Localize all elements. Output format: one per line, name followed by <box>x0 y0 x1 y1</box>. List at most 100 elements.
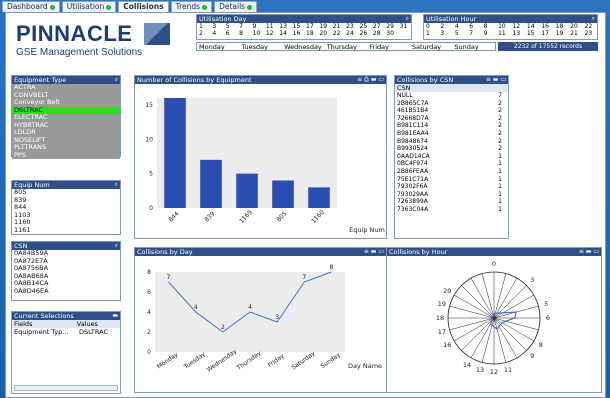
listbox-value[interactable]: 21 <box>568 30 582 37</box>
table-row[interactable]: 79302F6A 1 <box>395 183 508 191</box>
listbox-value[interactable]: 14 <box>525 23 539 30</box>
list-item[interactable]: PPS <box>12 151 120 159</box>
search-icon[interactable]: ⌕ <box>592 15 595 23</box>
listbox-value[interactable]: 24 <box>344 30 357 37</box>
equip-num-listbox[interactable]: Equip Num ⌕ 805 839 844 1103 1160 1161 <box>11 180 121 235</box>
table-row[interactable]: 7363C04A 1 <box>395 206 508 214</box>
listbox-value[interactable]: 23 <box>583 30 597 37</box>
listbox-value[interactable]: 30 <box>384 30 397 37</box>
listbox-value[interactable]: 16 <box>291 30 304 37</box>
listbox-value[interactable]: 17 <box>539 30 553 37</box>
listbox-value[interactable]: 13 <box>277 23 290 30</box>
listbox-value[interactable]: 7 <box>467 30 481 37</box>
listbox-value[interactable]: 8 <box>482 23 496 30</box>
search-icon[interactable]: ⌕ <box>115 242 118 250</box>
chart-controls-icon[interactable]: ≡ ▬ ▭ <box>364 248 384 256</box>
table-row[interactable]: 72668D7A 2 <box>395 115 508 123</box>
listbox-value[interactable]: 22 <box>583 23 597 30</box>
list-item[interactable]: 1161 <box>12 226 120 235</box>
utilisation-day-listbox[interactable]: Utilisation Day ⌕ 1 3 5 7 9 11 13 15 17 19 21 23 25 27… <box>196 14 412 40</box>
listbox-value[interactable]: 18 <box>304 30 317 37</box>
listbox-value[interactable]: 5 <box>224 23 237 30</box>
listbox-value[interactable]: Thursday <box>325 43 368 51</box>
listbox-value[interactable]: 12 <box>264 30 277 37</box>
listbox-value[interactable]: 10 <box>496 23 510 30</box>
listbox-value[interactable]: 1 <box>424 30 438 37</box>
search-icon[interactable]: ⌕ <box>115 76 118 84</box>
equipment-type-listbox[interactable]: Equipment Type ⌕ ACTRA CONVBELT Conveyor Be… <box>11 75 121 159</box>
listbox-value[interactable]: Sunday <box>452 43 495 51</box>
search-icon[interactable]: ⌕ <box>406 15 409 23</box>
table-row[interactable]: 0AAD14CA 1 <box>395 153 508 161</box>
listbox-value[interactable]: 26 <box>358 30 371 37</box>
listbox-value[interactable]: 2 <box>438 23 452 30</box>
listbox-value[interactable]: 0 <box>424 23 438 30</box>
table-row[interactable]: 7263899A 1 <box>395 198 508 206</box>
listbox-value[interactable]: 28 <box>371 30 384 37</box>
listbox-value[interactable]: 13 <box>511 30 525 37</box>
listbox-value[interactable]: 6 <box>467 23 481 30</box>
table-row[interactable]: 75E1C71A 1 <box>395 176 508 184</box>
table-row[interactable]: B9848674 2 <box>395 138 508 146</box>
selection-row[interactable]: Equipment Typ... DSLTRAC <box>12 328 120 336</box>
listbox-value[interactable]: 19 <box>317 23 330 30</box>
listbox-value[interactable]: 19 <box>554 30 568 37</box>
listbox-value[interactable]: Wednesday <box>282 43 325 51</box>
listbox-value[interactable]: 23 <box>344 23 357 30</box>
listbox-value[interactable]: 4 <box>210 30 223 37</box>
listbox-value[interactable]: Monday <box>197 43 240 51</box>
table-row[interactable]: 2B865C7A 2 <box>395 100 508 108</box>
listbox-value[interactable]: 12 <box>511 23 525 30</box>
listbox-value[interactable]: Tuesday <box>240 43 283 51</box>
listbox-value[interactable]: 16 <box>539 23 553 30</box>
csn-listbox[interactable]: CSN ⌕ 0A84B59A 0A872E7A 0A8756BA 0A8AB68A 0A8… <box>11 241 121 301</box>
list-item[interactable]: 805 <box>12 188 120 197</box>
horizontal-scrollbar[interactable] <box>14 385 118 391</box>
listbox-value[interactable]: Friday <box>367 43 410 51</box>
table-row[interactable]: NULL 7 <box>395 92 508 100</box>
listbox-value[interactable]: 3 <box>438 30 452 37</box>
listbox-value[interactable]: 31 <box>398 23 411 30</box>
listbox-value[interactable]: 11 <box>264 23 277 30</box>
utilisation-hour-listbox[interactable]: Utilisation Hour ⌕ 0 2 4 6 8 10 12 14 16 18 20 22 13… <box>423 14 598 40</box>
tab-trends[interactable]: Trends <box>170 1 213 12</box>
listbox-value[interactable]: 4 <box>453 23 467 30</box>
listbox-value[interactable]: 9 <box>251 23 264 30</box>
listbox-value[interactable]: 8 <box>237 30 250 37</box>
list-item[interactable]: 839 <box>12 196 120 205</box>
table-row[interactable]: 0BC4F974 1 <box>395 160 508 168</box>
weekday-listbox[interactable]: Monday Tuesday Wednesday Thursday Friday Satu… <box>196 42 496 51</box>
chart-controls-icon[interactable]: ≡ ▬ ▭ <box>579 248 599 256</box>
table-row[interactable]: 461B51B4 2 <box>395 107 508 115</box>
list-item[interactable]: PLTTRANS <box>12 143 120 152</box>
table-row[interactable]: B9930524 2 <box>395 145 508 153</box>
listbox-value[interactable]: Saturday <box>410 43 453 51</box>
table-row[interactable]: B981C114 2 <box>395 122 508 130</box>
tab-collisions[interactable]: Collisions <box>118 1 169 12</box>
listbox-value[interactable]: 17 <box>304 23 317 30</box>
listbox-value[interactable]: 5 <box>453 30 467 37</box>
listbox-value[interactable]: 15 <box>525 30 539 37</box>
tab-dashboard[interactable]: Dashboard <box>2 1 60 12</box>
listbox-value[interactable]: 6 <box>224 30 237 37</box>
table-row[interactable]: B981EAA4 2 <box>395 130 508 138</box>
listbox-value[interactable]: 20 <box>568 23 582 30</box>
minimize-icon[interactable]: ▬ <box>112 312 118 320</box>
table-controls-icon[interactable]: ≡ ▬ ▭ <box>486 76 506 84</box>
listbox-value[interactable]: 10 <box>251 30 264 37</box>
list-item[interactable]: 0A8D46EA <box>12 287 120 296</box>
listbox-value[interactable]: 3 <box>210 23 223 30</box>
listbox-value[interactable]: 20 <box>317 30 330 37</box>
listbox-value[interactable]: 18 <box>554 23 568 30</box>
table-row[interactable]: 793029AA 1 <box>395 191 508 199</box>
table-row[interactable]: 2B86FEAA 1 <box>395 168 508 176</box>
listbox-value[interactable]: 27 <box>371 23 384 30</box>
listbox-value[interactable]: 11 <box>496 30 510 37</box>
tab-details[interactable]: Details <box>214 1 258 12</box>
listbox-value[interactable]: 7 <box>237 23 250 30</box>
listbox-value[interactable]: 14 <box>277 30 290 37</box>
listbox-value[interactable]: 22 <box>331 30 344 37</box>
csn-column-header[interactable]: CSN <box>395 84 508 92</box>
listbox-value[interactable]: 9 <box>482 30 496 37</box>
search-icon[interactable]: ⌕ <box>115 181 118 189</box>
